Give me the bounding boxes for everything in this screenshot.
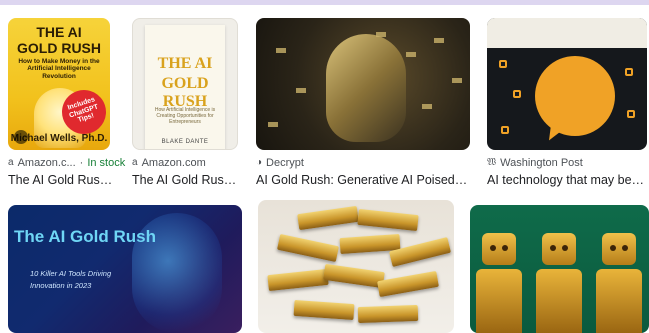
gold-robot-illustration (592, 213, 646, 333)
result-source: a Amazon.com (132, 157, 206, 169)
source-name: Amazon.c... (17, 157, 76, 169)
cover-subtitle: How to Make Money in the Artificial Inte… (18, 58, 100, 80)
sky-band (487, 18, 647, 48)
result-title[interactable]: AI Gold Rush: Generative AI Poised to ..… (256, 173, 470, 187)
cover-subtitle-line2: Innovation in 2023 (30, 281, 92, 290)
cover-subtitle-line1: 10 Killer AI Tools Driving (30, 269, 112, 278)
cover-title-line1: THE AI (157, 55, 213, 72)
app-icon (513, 90, 521, 98)
shopping-tag-icon[interactable] (14, 130, 28, 144)
ai-bubble-thumbnail[interactable] (487, 18, 647, 150)
gold-robot-illustration (532, 213, 586, 333)
book-cover-thumbnail[interactable]: THE AI GOLD RUSH How Artificial Intellig… (132, 18, 238, 150)
money-particle (422, 104, 432, 109)
gold-bar (267, 268, 329, 292)
gold-bars-thumbnail[interactable] (258, 200, 454, 333)
image-result-2[interactable]: THE AI GOLD RUSH How Artificial Intellig… (132, 18, 242, 187)
money-particle (268, 122, 278, 127)
amazon-icon: a (8, 157, 14, 168)
image-result-6[interactable] (258, 200, 454, 333)
book-cover-thumbnail[interactable]: THE AI GOLD RUSH How to Make Money in th… (8, 18, 110, 150)
app-icon (627, 110, 635, 118)
cover-subtitle: How Artificial Intelligence is Creating … (154, 107, 216, 125)
money-particle (406, 52, 416, 57)
cover-title-line2: GOLD RUSH (17, 40, 101, 56)
money-particle (296, 88, 306, 93)
result-title[interactable]: The AI Gold Rush: H... (132, 173, 242, 187)
stock-status: In stock (87, 157, 126, 169)
gold-bar (297, 205, 359, 231)
washington-post-icon: 𝔚 (487, 157, 497, 168)
source-name: Amazon.com (141, 157, 206, 169)
image-result-5[interactable]: The AI Gold Rush 10 Killer AI Tools Driv… (8, 205, 242, 333)
money-particle (276, 48, 286, 53)
image-result-3[interactable]: ◑ Decrypt AI Gold Rush: Generative AI Po… (256, 18, 474, 187)
money-particle (376, 32, 386, 37)
cover-title-line1: THE AI (36, 24, 82, 40)
money-particle (452, 78, 462, 83)
result-source: 𝔚 Washington Post (487, 157, 583, 169)
robot-head-illustration (326, 34, 406, 142)
cover-author: BLAKE DANTE (161, 139, 209, 145)
gold-bar (357, 208, 419, 232)
decrypt-icon: ◑ (256, 157, 263, 168)
gold-bar (357, 304, 419, 324)
top-accent-bar (0, 0, 649, 5)
result-title[interactable]: AI technology that may be co... (487, 173, 645, 187)
image-result-1[interactable]: THE AI GOLD RUSH How to Make Money in th… (8, 18, 126, 187)
result-title[interactable]: The AI Gold Rush: H... (8, 173, 118, 187)
result-source: a Amazon.c... · In stock (8, 157, 126, 169)
cover-title-line2: GOLD RUSH (161, 75, 209, 110)
gold-head-thumbnail[interactable] (256, 18, 470, 150)
image-result-4[interactable]: 𝔚 Washington Post AI technology that may… (487, 18, 647, 187)
app-icon (499, 60, 507, 68)
amazon-icon: a (132, 157, 138, 168)
money-particle (434, 38, 444, 43)
source-name: Decrypt (266, 157, 304, 169)
gold-bar (276, 233, 340, 263)
gold-bar (377, 270, 439, 298)
app-icon (501, 126, 509, 134)
source-name: Washington Post (500, 157, 583, 169)
gold-bar (323, 263, 385, 289)
ai-face-thumbnail[interactable]: The AI Gold Rush 10 Killer AI Tools Driv… (8, 205, 242, 333)
gold-robots-thumbnail[interactable] (470, 205, 649, 333)
book-front: THE AI GOLD RUSH How Artificial Intellig… (145, 25, 225, 149)
image-result-7[interactable] (470, 205, 649, 333)
app-icon (625, 68, 633, 76)
gold-robot-illustration (472, 213, 526, 333)
gold-bar (293, 299, 355, 321)
cover-title: The AI Gold Rush (14, 227, 156, 246)
result-source: ◑ Decrypt (256, 157, 304, 169)
